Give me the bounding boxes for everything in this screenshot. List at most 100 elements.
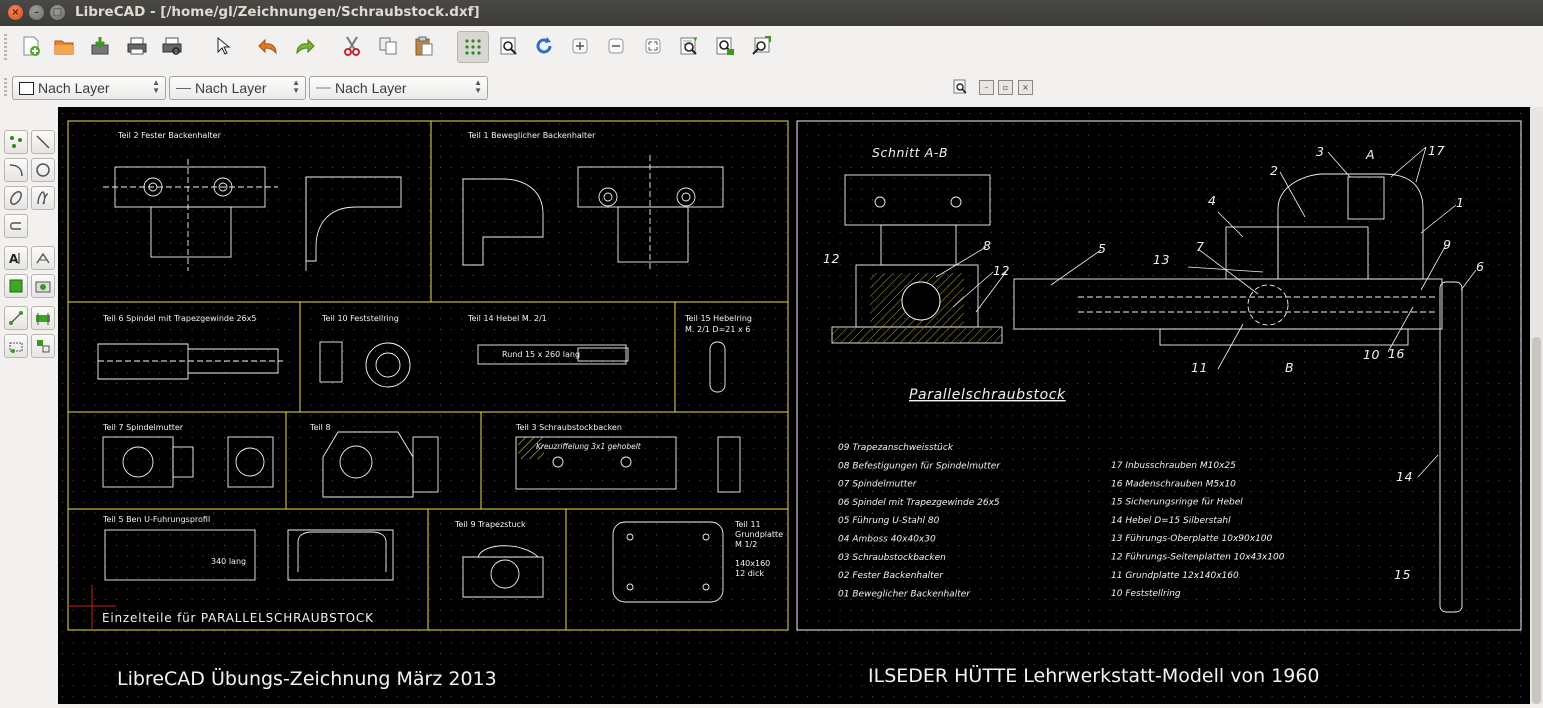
callout-label: 17 (1428, 143, 1445, 158)
window-title-bar: × – □ LibreCAD - [/home/gl/Zeichnungen/S… (0, 0, 1543, 26)
zoom-selection-icon (716, 37, 734, 55)
dimension-icon (36, 252, 50, 264)
zoom-pan-button[interactable] (748, 33, 774, 59)
callout-label: 9 (1443, 237, 1452, 252)
label-teil-2: Teil 2 Fester Backenhalter (117, 131, 222, 140)
parts-list-item: 11 Grundplatte 12x140x160 (1111, 571, 1239, 581)
drawing-title: Parallelschraubstock (909, 387, 1066, 403)
callout-label: 15 (1394, 567, 1411, 582)
base-hatch (832, 328, 1002, 343)
toolbar-grip[interactable] (4, 78, 7, 98)
mdi-restore-button[interactable]: ▫ (998, 80, 1013, 95)
parts-list-item: 12 Führungs-Seitenplatten 10x43x100 (1111, 553, 1285, 563)
window-close-button[interactable]: × (8, 5, 23, 20)
line-width-combo[interactable]: Nach Layer ▲ ▼ (169, 76, 306, 100)
line-icon (36, 135, 50, 149)
tool-arc-button[interactable] (4, 158, 28, 182)
copy-button[interactable] (375, 33, 401, 59)
polyline-icon (10, 222, 21, 230)
zoom-out-button[interactable] (603, 33, 629, 59)
tool-dimension-button[interactable] (31, 246, 55, 270)
new-file-button[interactable] (18, 33, 44, 59)
open-file-button[interactable] (51, 33, 77, 59)
color-combo[interactable]: Nach Layer ▲ ▼ (12, 76, 166, 100)
paste-button[interactable] (411, 33, 437, 59)
print-button[interactable] (124, 33, 150, 59)
tool-circle-button[interactable] (31, 158, 55, 182)
scissors-icon (344, 36, 360, 56)
callout-label: 5 (1098, 241, 1107, 256)
tool-spline-button[interactable] (31, 186, 55, 210)
grid-toggle-button[interactable] (457, 31, 489, 63)
tool-polyline-button[interactable] (4, 214, 28, 238)
label-teil-7: Teil 7 Spindelmutter (102, 423, 184, 432)
line-type-combo[interactable]: Nach Layer ▲ ▼ (309, 76, 488, 100)
cad-tools-toolbar: A (0, 104, 58, 704)
zoom-previous-button[interactable] (676, 33, 702, 59)
line-type-icon (316, 87, 331, 89)
label-teil-6: Teil 6 Spindel mit Trapezgewinde 26x5 (102, 314, 256, 323)
line-width-icon (176, 87, 191, 89)
zoom-small-icon (953, 79, 967, 94)
parts-list-item: 01 Beweglicher Backenhalter (838, 589, 971, 599)
callout-label: 12 (823, 251, 840, 266)
parts-list-item: 06 Spindel mit Trapezgewinde 26x5 (838, 498, 1000, 508)
toolbar-grip[interactable] (4, 34, 7, 60)
drawing-canvas[interactable]: Teil 2 Fester Backenhalter Teil 1 Bewegl… (58, 107, 1530, 704)
undo-button[interactable] (255, 33, 281, 59)
combo-arrows-icon: ▲ ▼ (292, 78, 300, 95)
tool-line-button[interactable] (31, 130, 55, 154)
label-teil-10: Teil 10 Feststellring (321, 314, 399, 323)
label-teil-3: Teil 3 Schraubstockbacken (515, 423, 622, 432)
label-teil-11: Teil 11 (734, 520, 761, 529)
image-icon (35, 281, 51, 293)
zoom-in-button[interactable] (567, 33, 593, 59)
tool-modify-button[interactable] (4, 306, 28, 330)
label-teil-1: Teil 1 Beweglicher Backenhalter (467, 131, 596, 140)
grid-icon (465, 39, 481, 55)
label-rund: Rund 15 x 260 lang (502, 350, 580, 359)
tool-measure-button[interactable] (31, 306, 55, 330)
parts-list-item: 16 Madenschrauben M5x10 (1111, 479, 1236, 489)
label-teil-14: Teil 14 Hebel M. 2/1 (467, 314, 547, 323)
select-pointer-button[interactable] (209, 33, 235, 59)
zoom-selection-button[interactable] (712, 33, 738, 59)
redo-button[interactable] (292, 33, 318, 59)
callout-label: B (1285, 360, 1294, 375)
vertical-scrollbar-thumb[interactable] (1532, 337, 1541, 704)
window-maximize-button[interactable]: □ (50, 5, 65, 20)
points-icon (10, 136, 22, 148)
print-preview-button[interactable] (159, 33, 185, 59)
tool-select-button[interactable] (4, 334, 28, 358)
tool-image-button[interactable] (31, 274, 55, 298)
parts-list-item: 13 Führungs-Oberplatte 10x90x100 (1111, 534, 1273, 544)
zoom-pan-icon (752, 36, 771, 55)
parts-list-item: 09 Trapezanschweisstück (838, 443, 954, 453)
mdi-minimize-button[interactable]: – (979, 80, 994, 95)
callout-label: 6 (1476, 259, 1485, 274)
parts-list-item: 02 Fester Backenhalter (838, 571, 944, 581)
print-preview-icon (162, 37, 182, 55)
zoom-auto-icon (645, 38, 661, 54)
window-minimize-button[interactable]: – (29, 5, 44, 20)
tool-points-button[interactable] (4, 130, 28, 154)
save-file-button[interactable] (87, 33, 113, 59)
zoom-auto-button[interactable] (640, 33, 666, 59)
zoom-window-button[interactable] (496, 33, 522, 59)
tool-block-button[interactable] (31, 334, 55, 358)
new-file-icon (23, 36, 40, 56)
redraw-button[interactable] (531, 33, 557, 59)
tool-text-button[interactable]: A (4, 246, 28, 270)
cut-button[interactable] (339, 33, 365, 59)
save-icon (91, 37, 109, 55)
parts-list-item: 07 Spindelmutter (838, 480, 918, 490)
tool-hatch-button[interactable] (4, 274, 28, 298)
cad-drawing: Teil 2 Fester Backenhalter Teil 1 Bewegl… (58, 107, 1530, 704)
copy-icon (379, 37, 397, 55)
refresh-icon (536, 37, 552, 54)
tool-ellipse-button[interactable] (4, 186, 28, 210)
vertical-scrollbar[interactable] (1530, 107, 1543, 704)
mdi-close-button[interactable]: × (1018, 80, 1033, 95)
left-sheet-title: Einzelteile für PARALLELSCHRAUBSTOCK (102, 611, 374, 625)
zoom-small-button[interactable] (953, 79, 969, 99)
